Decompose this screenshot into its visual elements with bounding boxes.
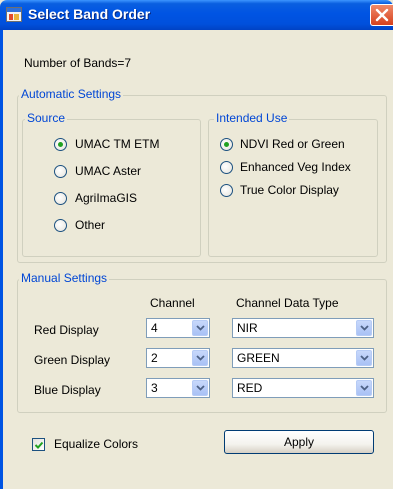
blue-data-type-select[interactable]: RED [232,378,374,398]
equalize-colors-checkbox[interactable] [32,438,45,451]
data-type-column-header: Channel Data Type [236,296,339,310]
green-data-type-select[interactable]: GREEN [232,348,374,368]
radio-label: AgriImaGIS [75,191,138,205]
blue-display-label: Blue Display [34,383,101,397]
channel-column-header: Channel [150,296,195,310]
red-channel-select[interactable]: 4 [146,318,210,338]
green-display-label: Green Display [34,353,111,367]
radio-button[interactable] [220,138,233,151]
dropdown-button[interactable] [356,380,372,396]
source-group-title: Source [25,111,68,125]
select-value: 2 [151,351,158,365]
select-value: 3 [151,381,158,395]
select-value: 4 [151,321,158,335]
radio-selected-dot [58,142,63,147]
radio-button[interactable] [54,165,67,178]
intended-use-title: Intended Use [214,111,290,125]
select-value: RED [237,381,263,395]
radio-button[interactable] [54,219,67,232]
red-display-label: Red Display [34,323,99,337]
radio-button[interactable] [220,184,233,197]
window-title: Select Band Order [28,6,151,22]
radio-label: UMAC TM ETM [75,137,160,151]
apply-button[interactable]: Apply [224,430,374,454]
red-data-type-select[interactable]: NIR [232,318,374,338]
title-bar[interactable]: Select Band Order [0,0,393,30]
radio-label: Other [75,218,106,232]
dropdown-button[interactable] [192,350,208,366]
number-of-bands-label: Number of Bands=7 [24,56,132,70]
radio-button[interactable] [54,192,67,205]
automatic-settings-title: Automatic Settings [19,87,124,101]
radio-label: Enhanced Veg Index [240,160,351,174]
radio-button[interactable] [220,161,233,174]
radio-button[interactable] [54,138,67,151]
green-channel-select[interactable]: 2 [146,348,210,368]
close-button[interactable] [370,4,393,26]
radio-selected-dot [224,142,229,147]
blue-channel-select[interactable]: 3 [146,378,210,398]
select-value: NIR [237,321,258,335]
dropdown-button[interactable] [356,320,372,336]
equalize-colors-label: Equalize Colors [54,437,139,451]
select-value: GREEN [237,351,280,365]
dropdown-button[interactable] [356,350,372,366]
app-window-icon [6,7,22,22]
dropdown-button[interactable] [192,320,208,336]
dropdown-button[interactable] [192,380,208,396]
radio-label: NDVI Red or Green [240,137,345,151]
dialog-window: Select Band Order Number of Bands=7 Auto… [0,0,393,489]
manual-settings-title: Manual Settings [19,271,110,285]
radio-label: True Color Display [240,183,339,197]
radio-label: UMAC Aster [75,164,142,178]
